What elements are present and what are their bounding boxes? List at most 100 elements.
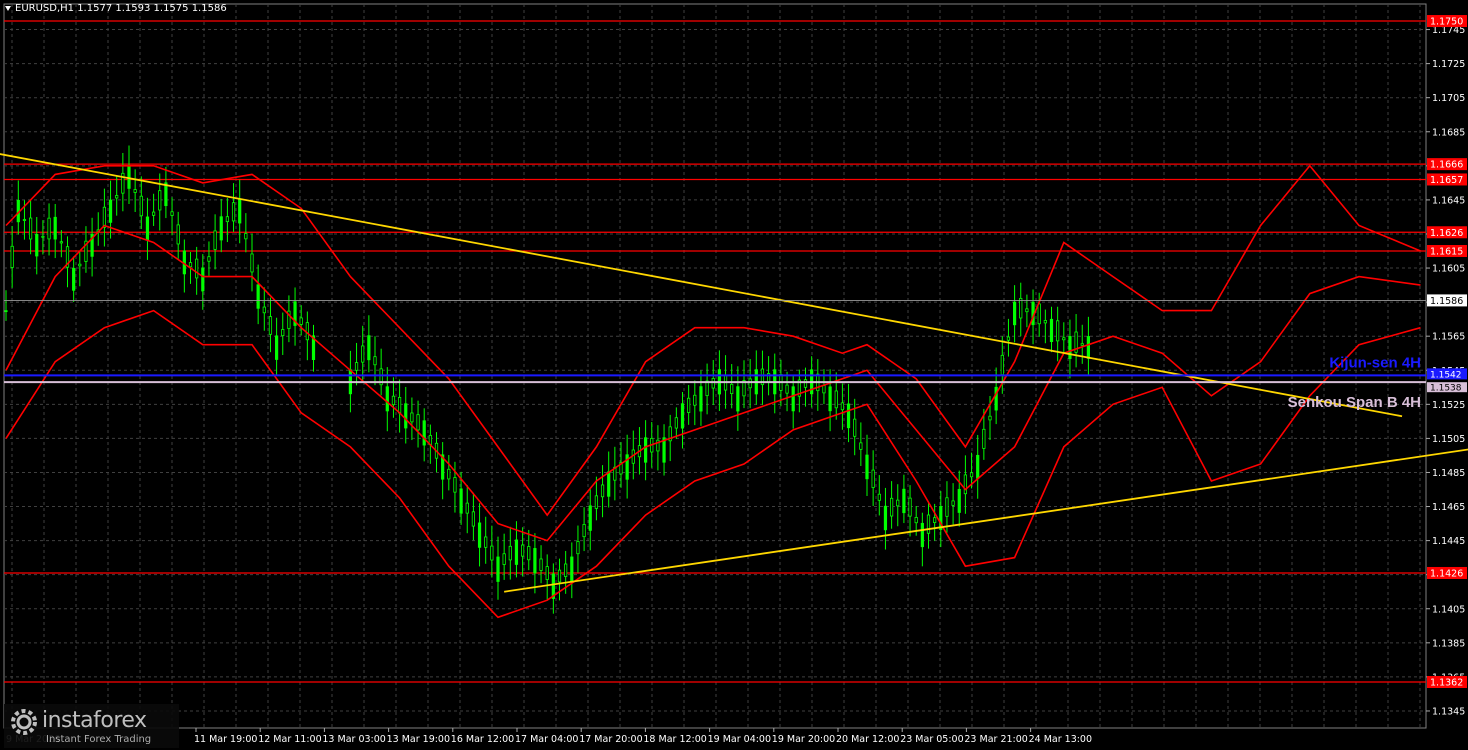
candle-body — [545, 566, 549, 580]
y-tick-label: 1.1385 — [1432, 638, 1465, 649]
candle-body — [914, 517, 918, 524]
candle-body — [890, 497, 894, 517]
symbol-line: EURUSD,H1 1.1577 1.1593 1.1575 1.1586 — [15, 3, 227, 14]
candle-body — [225, 216, 229, 223]
x-tick-label: 16 Mar 12:00 — [451, 734, 514, 745]
candle-body — [834, 390, 838, 409]
candle-body — [231, 202, 236, 222]
candle-body — [28, 217, 33, 240]
candle-body — [920, 522, 924, 548]
candle-body — [250, 253, 254, 273]
candle-body — [582, 524, 586, 538]
candle-body — [151, 211, 156, 216]
candle-body — [508, 545, 512, 561]
candle-body — [822, 385, 826, 394]
candle-body — [527, 546, 531, 561]
kijun-price-label: 1.1542 — [1430, 370, 1462, 380]
trend-line — [504, 448, 1468, 593]
candle-body — [145, 216, 150, 241]
current-price-label: 1.1586 — [1430, 296, 1463, 307]
candle-body — [1019, 297, 1023, 319]
candle-body — [299, 317, 303, 325]
instaforex-logo: instaforex Instant Forex Trading — [4, 704, 179, 748]
candle-body — [459, 488, 463, 514]
candle-body — [1056, 320, 1060, 342]
x-tick-label: 17 Mar 04:00 — [515, 734, 578, 745]
candle-body — [244, 233, 248, 240]
y-tick-label: 1.1705 — [1432, 93, 1465, 104]
candle-body — [539, 558, 543, 571]
candle-body — [564, 563, 568, 577]
y-tick-label: 1.1685 — [1432, 127, 1465, 138]
candle-body — [748, 378, 752, 389]
x-tick-label: 20 Mar 12:00 — [836, 734, 899, 745]
candle-body — [397, 397, 402, 414]
level-price-label: 1.1615 — [1430, 247, 1463, 258]
candle-body — [133, 189, 137, 193]
candle-body — [680, 403, 685, 429]
candle-body — [1049, 318, 1054, 343]
candle-body — [699, 386, 703, 412]
band-lower-line — [5, 309, 1421, 619]
y-tick-label: 1.1405 — [1432, 604, 1465, 615]
candle-body — [588, 505, 592, 531]
candle-body — [477, 522, 482, 548]
candle-body — [785, 384, 789, 394]
candle-body — [41, 235, 45, 238]
candle-body — [361, 345, 365, 363]
candle-body — [274, 335, 279, 360]
candle-body — [72, 267, 76, 291]
y-tick-label: 1.1565 — [1432, 332, 1465, 343]
candle-body — [201, 267, 205, 292]
candle-body — [502, 553, 506, 565]
logo-brand: instaforex — [42, 708, 147, 733]
candle-body — [982, 428, 986, 449]
candle-body — [730, 383, 734, 394]
y-tick-label: 1.1605 — [1432, 264, 1465, 275]
candle-body — [281, 329, 285, 337]
candle-body — [736, 386, 740, 412]
symbol-header: EURUSD,H1 1.1577 1.1593 1.1575 1.1586 — [5, 3, 227, 14]
candle-body — [108, 199, 113, 223]
price-chart[interactable]: 1.17451.17251.17051.16851.16651.16451.16… — [0, 0, 1468, 750]
level-price-label: 1.1362 — [1430, 678, 1463, 689]
candle-body — [533, 548, 537, 574]
candle-body — [416, 414, 420, 431]
candle-body — [951, 500, 955, 506]
candle-body — [256, 284, 260, 309]
candle-body — [207, 256, 211, 262]
candle-body — [963, 474, 968, 495]
candle-body — [496, 556, 500, 582]
candle-body — [853, 418, 857, 437]
candle-body — [693, 394, 697, 406]
level-price-label: 1.1626 — [1430, 228, 1463, 239]
x-tick-label: 17 Mar 20:00 — [579, 734, 642, 745]
candle-body — [594, 495, 599, 509]
candle-body — [1086, 336, 1090, 359]
x-tick-label: 18 Mar 12:00 — [643, 734, 706, 745]
candle-body — [957, 488, 961, 513]
candle-body — [47, 217, 51, 240]
candle-body — [644, 437, 648, 463]
candle-body — [1037, 303, 1041, 325]
dropdown-triangle-icon — [5, 5, 11, 11]
x-tick-label: 19 Mar 20:00 — [772, 734, 835, 745]
candle-body — [988, 415, 992, 421]
candle-body — [268, 316, 273, 335]
candle-body — [471, 511, 476, 527]
candle-body — [158, 190, 162, 211]
candle-body — [404, 403, 408, 429]
candle-body — [1000, 354, 1004, 376]
candle-body — [139, 195, 143, 217]
candle-body — [354, 362, 359, 371]
candle-body — [902, 488, 906, 514]
candle-body — [791, 386, 795, 412]
x-tick-label: 23 Mar 05:00 — [900, 734, 963, 745]
candle-body — [195, 258, 199, 279]
level-price-label: 1.1666 — [1430, 160, 1463, 171]
candle-body — [576, 541, 580, 555]
candle-body — [1043, 320, 1047, 324]
candle-body — [484, 536, 488, 548]
x-tick-label: 13 Mar 03:00 — [322, 734, 385, 745]
candle-body — [453, 477, 457, 493]
